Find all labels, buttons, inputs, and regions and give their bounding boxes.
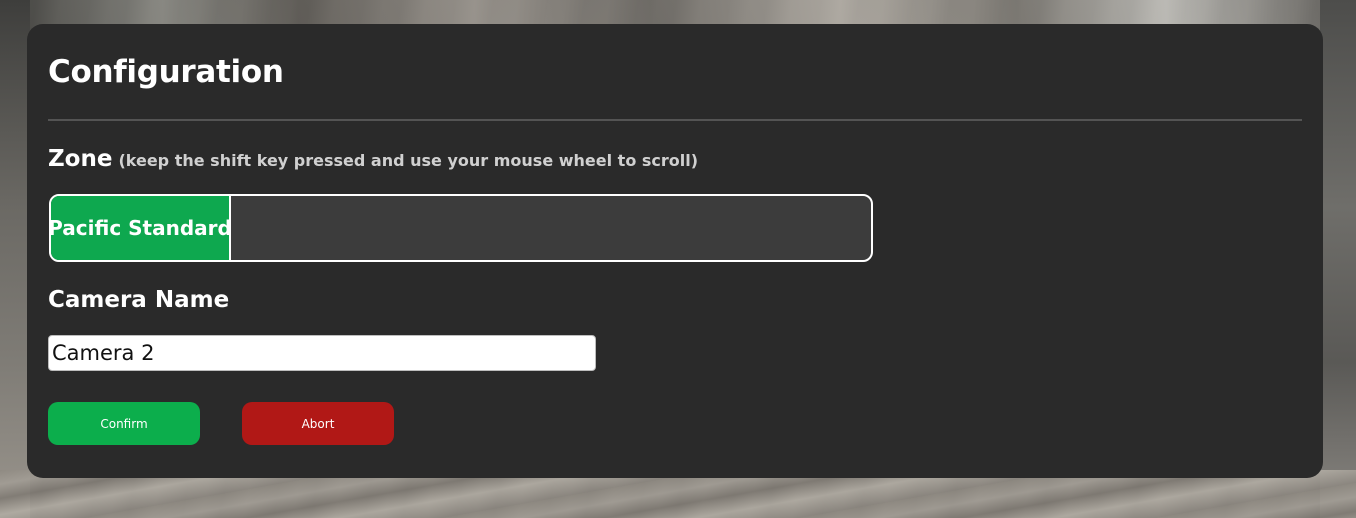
confirm-button[interactable]: Confirm xyxy=(48,402,200,445)
zone-selector[interactable]: Pacific Standard xyxy=(49,194,873,262)
zone-option-selected[interactable]: Pacific Standard xyxy=(51,196,232,260)
background-scene-left xyxy=(0,0,30,518)
configuration-panel: Configuration Zone (keep the shift key pr… xyxy=(27,24,1323,478)
zone-hint: (keep the shift key pressed and use your… xyxy=(118,151,699,170)
panel-title: Configuration xyxy=(48,54,284,90)
camera-name-label: Camera Name xyxy=(48,287,230,313)
camera-name-input[interactable] xyxy=(48,335,596,371)
background-scene-right xyxy=(1320,0,1356,518)
zone-label: Zone xyxy=(48,146,113,172)
title-divider xyxy=(48,119,1302,121)
zone-section-label: Zone (keep the shift key pressed and use … xyxy=(48,145,698,175)
abort-button[interactable]: Abort xyxy=(242,402,394,445)
